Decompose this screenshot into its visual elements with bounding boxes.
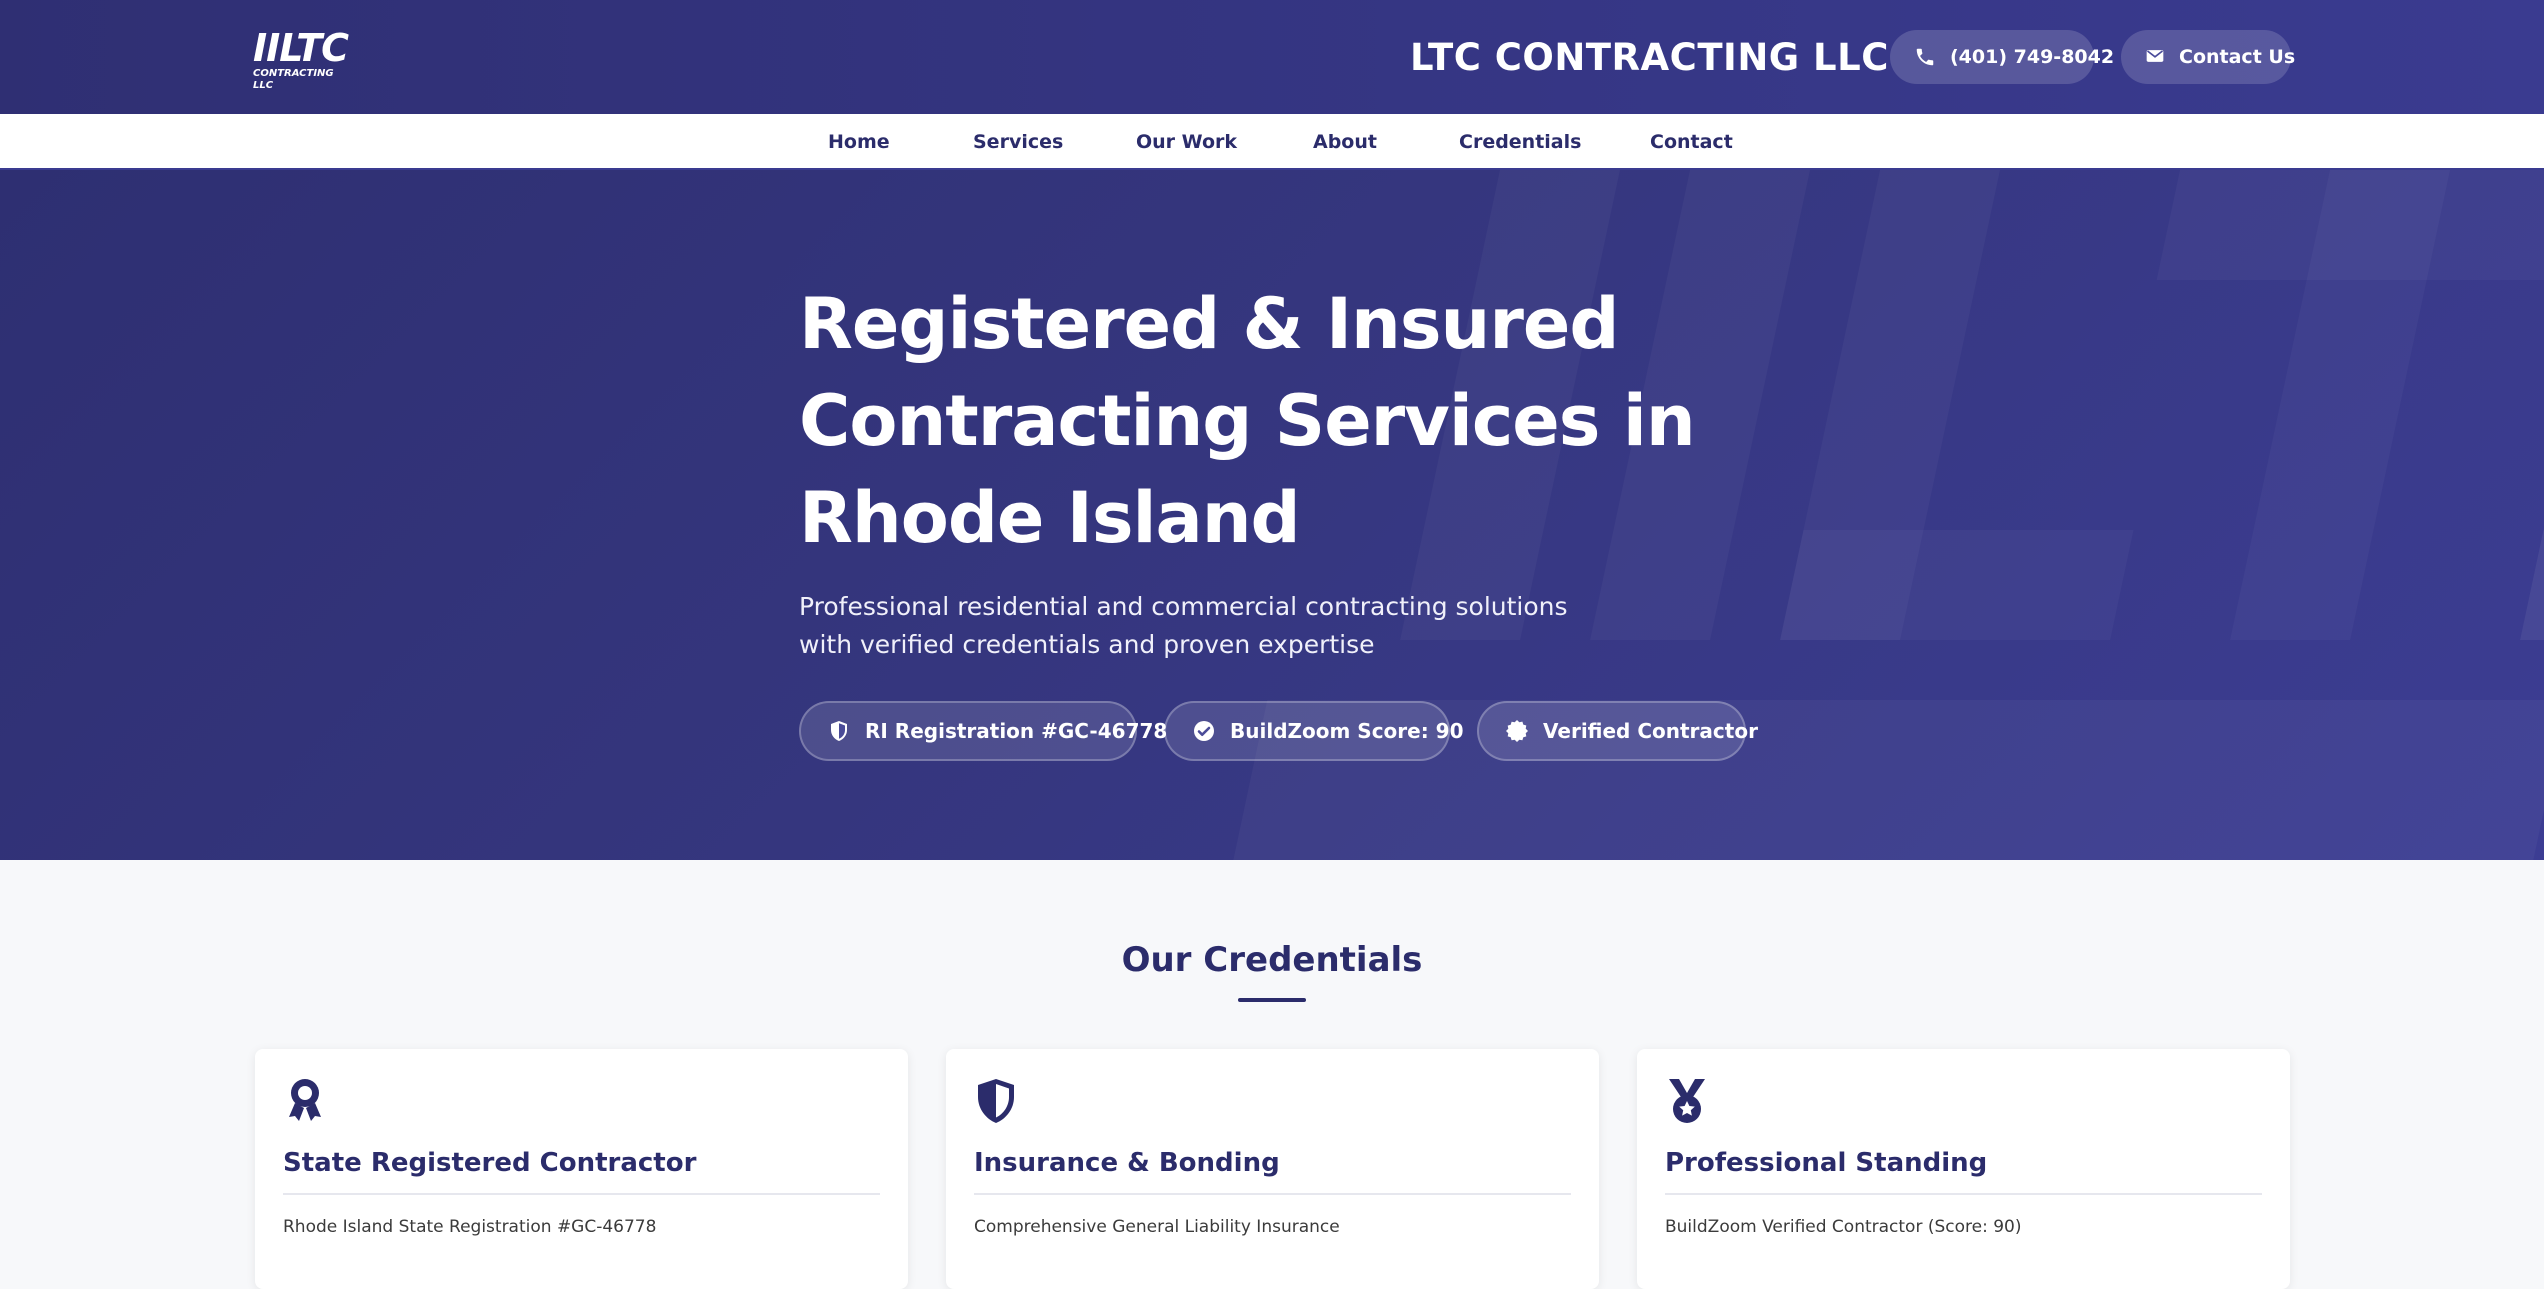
credential-card-standing: Professional Standing BuildZoom Verified… — [1637, 1049, 2290, 1289]
main-nav: Home Services Our Work About Credentials… — [0, 114, 2544, 170]
nav-item-services[interactable]: Services — [973, 114, 1063, 170]
hero-section: Registered & Insured Contracting Service… — [0, 170, 2544, 860]
card-divider — [974, 1193, 1571, 1195]
buildzoom-badge: BuildZoom Score: 90 — [1164, 701, 1464, 761]
credential-card-title: State Registered Contractor — [283, 1148, 697, 1178]
credential-card-title: Professional Standing — [1665, 1148, 1988, 1178]
nav-item-credentials[interactable]: Credentials — [1459, 114, 1581, 170]
card-divider — [1665, 1193, 2262, 1195]
envelope-icon — [2145, 46, 2165, 68]
logo-mark: IILTC — [253, 26, 349, 70]
brand-name: LTC CONTRACTING LLC — [1410, 36, 1889, 79]
card-divider — [283, 1193, 880, 1195]
registration-badge: RI Registration #GC-46778 — [799, 701, 1167, 761]
phone-button[interactable]: (401) 749-8042 — [1890, 30, 2114, 84]
contact-us-button[interactable]: Contact Us — [2121, 30, 2295, 84]
certificate-icon — [1505, 719, 1529, 743]
logo-subtitle: CONTRACTING LLC — [253, 68, 334, 91]
contact-us-label: Contact Us — [2179, 46, 2296, 68]
verified-badge: Verified Contractor — [1477, 701, 1758, 761]
shield-icon — [974, 1077, 1018, 1125]
company-logo[interactable]: IILTC CONTRACTING LLC — [253, 26, 349, 91]
credential-card-line: Comprehensive General Liability Insuranc… — [974, 1217, 1340, 1237]
header-bar: IILTC CONTRACTING LLC LTC CONTRACTING LL… — [0, 0, 2544, 114]
shield-icon — [827, 719, 851, 743]
nav-item-our-work[interactable]: Our Work — [1136, 114, 1237, 170]
medal-icon — [1665, 1077, 1709, 1125]
phone-label: (401) 749-8042 — [1950, 46, 2115, 68]
nav-item-about[interactable]: About — [1313, 114, 1377, 170]
hero-title: Registered & Insured Contracting Service… — [799, 283, 1696, 559]
nav-item-contact[interactable]: Contact — [1650, 114, 1733, 170]
verified-badge-label: Verified Contractor — [1543, 719, 1758, 743]
nav-item-home[interactable]: Home — [828, 114, 890, 170]
credential-card-line: BuildZoom Verified Contractor (Score: 90… — [1665, 1217, 2022, 1237]
award-icon — [283, 1077, 327, 1125]
credential-card-registered: State Registered Contractor Rhode Island… — [255, 1049, 908, 1289]
credential-card-insurance: Insurance & Bonding Comprehensive Genera… — [946, 1049, 1599, 1289]
phone-icon — [1914, 46, 1936, 68]
title-underline — [1238, 998, 1306, 1002]
hero-lead: Professional residential and commercial … — [799, 592, 1568, 659]
check-circle-icon — [1192, 719, 1216, 743]
credential-card-line: Rhode Island State Registration #GC-4677… — [283, 1217, 657, 1237]
credentials-title: Our Credentials — [1121, 940, 1423, 980]
buildzoom-badge-label: BuildZoom Score: 90 — [1230, 719, 1464, 743]
credential-card-title: Insurance & Bonding — [974, 1148, 1280, 1178]
registration-badge-label: RI Registration #GC-46778 — [865, 719, 1168, 743]
